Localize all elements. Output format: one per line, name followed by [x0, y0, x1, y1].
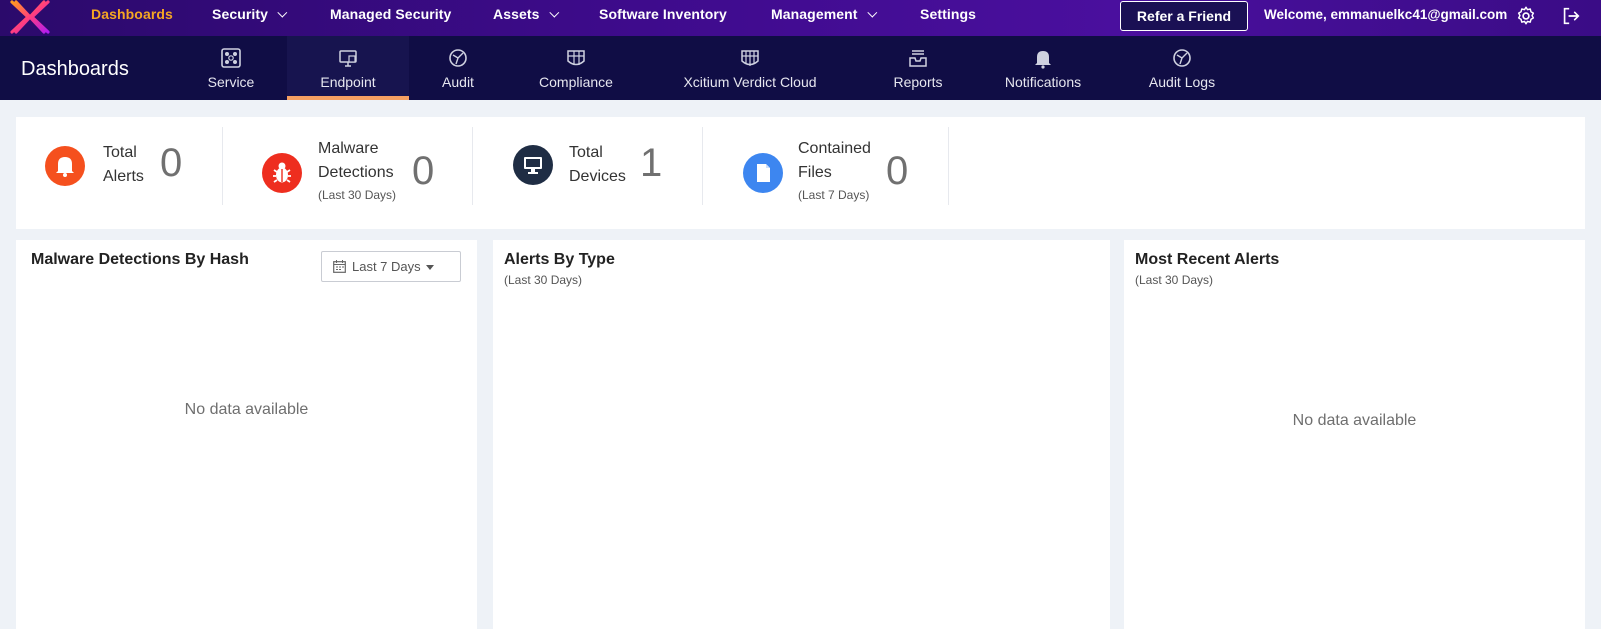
- stat-alerts-badge: [45, 146, 85, 186]
- nav-management-label: Management: [771, 6, 858, 22]
- stat-value: 1: [640, 141, 663, 185]
- verdict-cloud-icon: [741, 50, 759, 66]
- stat-total-devices[interactable]: Total Devices 1: [478, 117, 703, 229]
- stat-label-line1: Malware: [318, 140, 379, 157]
- divider: [222, 127, 223, 205]
- nav-security-label: Security: [212, 6, 269, 22]
- divider: [948, 127, 949, 205]
- summary-stats-card: Total Alerts 0 Malware Detections (Last …: [16, 117, 1585, 229]
- monitor-icon: [524, 157, 542, 174]
- date-range-label: Last 7 Days: [352, 259, 421, 274]
- stat-files-badge: [743, 153, 783, 193]
- divider: [472, 127, 473, 205]
- xcitium-logo-icon[interactable]: [8, 0, 52, 34]
- tab-endpoint-label: Endpoint: [320, 74, 376, 90]
- stat-label: Contained Files: [798, 137, 871, 185]
- tab-audit-logs[interactable]: Audit Logs: [1138, 36, 1226, 100]
- empty-state-text: No data available: [184, 401, 309, 418]
- tab-notifications-label: Notifications: [1004, 74, 1082, 90]
- tab-service-label: Service: [207, 74, 255, 90]
- stat-malware-detections[interactable]: Malware Detections (Last 30 Days) 0: [228, 117, 473, 229]
- tab-reports-label: Reports: [893, 74, 943, 90]
- tab-verdict-cloud-label: Xcitium Verdict Cloud: [683, 74, 817, 90]
- stat-label: Total Devices: [569, 141, 626, 189]
- service-icon: [221, 48, 241, 68]
- stat-value: 0: [886, 149, 909, 193]
- tab-audit[interactable]: Audit: [425, 36, 491, 100]
- panel-subtitle: (Last 30 Days): [504, 273, 583, 287]
- nav-settings[interactable]: Settings: [920, 0, 976, 36]
- monitor-icon: [339, 50, 357, 67]
- stat-malware-badge: [262, 153, 302, 193]
- stat-total-alerts[interactable]: Total Alerts 0: [16, 117, 226, 229]
- stat-label: Total Alerts: [103, 141, 144, 189]
- panel-most-recent-alerts: Most Recent Alerts (Last 30 Days) No dat…: [1124, 240, 1585, 629]
- audit-icon: [449, 49, 467, 67]
- stat-sublabel: (Last 7 Days): [798, 188, 870, 202]
- empty-state-text: No data available: [1292, 412, 1417, 429]
- panel-title: Alerts By Type: [504, 251, 615, 268]
- tab-compliance-label: Compliance: [539, 74, 613, 90]
- stat-label-line2: Devices: [569, 168, 626, 185]
- tab-audit-label: Audit: [442, 74, 474, 90]
- tab-compliance[interactable]: Compliance: [525, 36, 627, 100]
- logout-icon[interactable]: [1560, 5, 1582, 27]
- tab-reports[interactable]: Reports: [878, 36, 958, 100]
- stat-contained-files[interactable]: Contained Files (Last 7 Days) 0: [708, 117, 948, 229]
- stat-label-line2: Alerts: [103, 168, 144, 185]
- panel-malware-detections-by-hash: Malware Detections By Hash Last 7 Days N…: [16, 240, 477, 629]
- bell-icon: [1035, 51, 1051, 69]
- stat-label-line2: Files: [798, 164, 832, 181]
- file-icon: [757, 164, 770, 182]
- tab-endpoint[interactable]: Endpoint: [287, 36, 409, 100]
- stat-label: Malware Detections: [318, 137, 394, 185]
- reports-icon: [909, 50, 927, 67]
- caret-down-icon: [425, 265, 434, 271]
- nav-managed-security[interactable]: Managed Security: [330, 0, 451, 36]
- stat-label-line1: Total: [569, 144, 603, 161]
- gear-icon[interactable]: [1515, 5, 1537, 27]
- panel-alerts-by-type: Alerts By Type (Last 30 Days): [493, 240, 1110, 629]
- dashboard-subnav: Dashboards Service Endpoint Audit Compli…: [0, 36, 1601, 100]
- bug-icon: [273, 162, 291, 183]
- panel-subtitle: (Last 30 Days): [1135, 273, 1214, 287]
- stat-devices-badge: [513, 145, 553, 185]
- top-navbar: Dashboards Security Managed Security Ass…: [0, 0, 1601, 36]
- bell-icon: [56, 157, 74, 177]
- active-tab-indicator: [287, 96, 409, 100]
- nav-software-inventory[interactable]: Software Inventory: [599, 0, 727, 36]
- stat-label-line1: Total: [103, 144, 137, 161]
- nav-security[interactable]: Security: [212, 0, 288, 36]
- stat-label-line2: Detections: [318, 164, 394, 181]
- welcome-user-text: Welcome, emmanuelkc41@gmail.com: [1264, 7, 1508, 22]
- stat-sublabel: (Last 30 Days): [318, 188, 397, 202]
- stat-value: 0: [160, 141, 183, 185]
- stat-value: 0: [412, 149, 435, 193]
- nav-assets-label: Assets: [493, 6, 540, 22]
- panel-title: Most Recent Alerts: [1135, 251, 1280, 268]
- tab-service[interactable]: Service: [192, 36, 270, 100]
- audit-logs-icon: [1173, 49, 1191, 67]
- nav-dashboards[interactable]: Dashboards: [91, 0, 173, 36]
- refer-a-friend-button[interactable]: Refer a Friend: [1120, 1, 1248, 31]
- panel-title: Malware Detections By Hash: [31, 251, 249, 268]
- tab-xcitium-verdict-cloud[interactable]: Xcitium Verdict Cloud: [668, 36, 832, 100]
- tab-notifications[interactable]: Notifications: [992, 36, 1094, 100]
- compliance-grid-icon: [567, 50, 585, 66]
- chevron-down-icon: [548, 7, 559, 18]
- calendar-icon: [333, 260, 346, 273]
- tab-audit-logs-label: Audit Logs: [1148, 74, 1216, 90]
- nav-assets[interactable]: Assets: [493, 0, 559, 36]
- nav-management[interactable]: Management: [771, 0, 877, 36]
- page-title: Dashboards: [21, 58, 129, 80]
- chevron-down-icon: [866, 7, 877, 18]
- chevron-down-icon: [277, 7, 288, 18]
- date-range-dropdown[interactable]: Last 7 Days: [321, 251, 461, 282]
- divider: [702, 127, 703, 205]
- stat-label-line1: Contained: [798, 140, 871, 157]
